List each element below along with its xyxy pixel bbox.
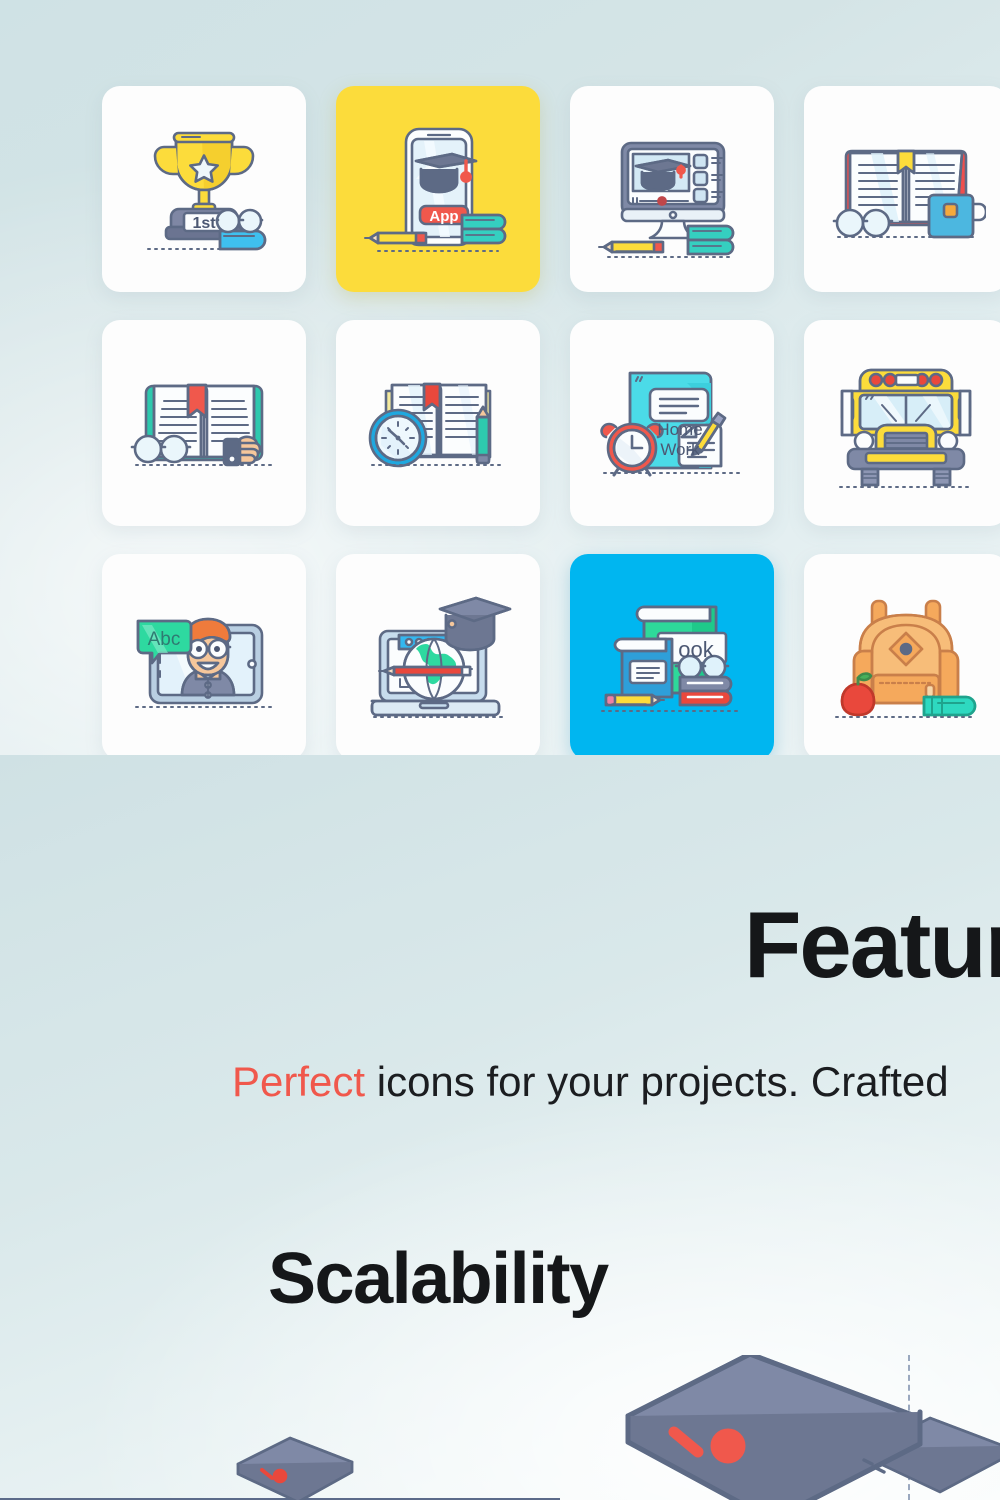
school-bus-icon <box>839 368 973 488</box>
graduation-cap-icon-large <box>625 1355 923 1500</box>
app-button-text: App <box>429 208 458 225</box>
trophy-rank-text: 1st <box>192 215 216 232</box>
icon-tile-homework[interactable]: Home work <box>570 320 774 526</box>
icon-tile-trophy-award[interactable]: Trophy Award <box>102 86 306 292</box>
icon-tile-reading-book[interactable]: Reading a Book <box>102 320 306 526</box>
text-books-icon: ook <box>601 605 743 712</box>
abc-bubble-text: Abc <box>148 629 181 650</box>
features-subtitle-rest: icons for your projects. Crafted <box>365 1058 949 1105</box>
homework-icon: Home Work <box>600 371 741 477</box>
icon-tile-school-backpack[interactable]: School Backpack <box>804 554 1000 755</box>
icon-grid: Trophy Award <box>102 86 1000 755</box>
mobile-learning-app-icon: App <box>364 127 507 252</box>
features-subtitle: Perfect icons for your projects. Crafted <box>232 1058 949 1106</box>
reading-book-icon <box>130 383 273 467</box>
graduation-cap-icon-small <box>236 1436 354 1500</box>
icon-tile-online-video-course[interactable]: Online Video Course <box>570 86 774 292</box>
icon-tile-mobile-learning-app[interactable]: Mobile Learning App <box>336 86 540 292</box>
icon-tile-school-bus[interactable]: School Bus <box>804 320 1000 526</box>
online-video-course-icon <box>598 141 735 258</box>
scalability-heading: Scalability <box>268 1239 609 1319</box>
homework-line2: Work <box>660 440 700 459</box>
global-education-icon <box>370 596 512 718</box>
study-time-icon <box>368 382 505 468</box>
trophy-award-icon: 1st <box>147 131 267 251</box>
scalability-demo-stage <box>0 1355 1000 1500</box>
features-heading: Featur <box>744 892 1000 997</box>
icon-tile-global-education[interactable]: Global Education <box>336 554 540 755</box>
homework-line1: Home <box>657 420 702 439</box>
school-backpack-icon <box>835 599 977 718</box>
book-cover-text: ook <box>678 637 714 662</box>
icon-tile-text-books[interactable]: Text Books <box>570 554 774 755</box>
icon-tile-online-teacher[interactable]: Online Teacher <box>102 554 306 755</box>
icon-grid-section: Trophy Award <box>0 0 1000 755</box>
icon-tile-open-book-coffee[interactable]: Open Book and Coffee <box>804 86 1000 292</box>
open-book-coffee-icon <box>832 149 986 239</box>
features-subtitle-highlight: Perfect <box>232 1058 366 1105</box>
online-teacher-icon: Abc <box>135 617 273 708</box>
icon-tile-study-time[interactable]: Study Time <box>336 320 540 526</box>
